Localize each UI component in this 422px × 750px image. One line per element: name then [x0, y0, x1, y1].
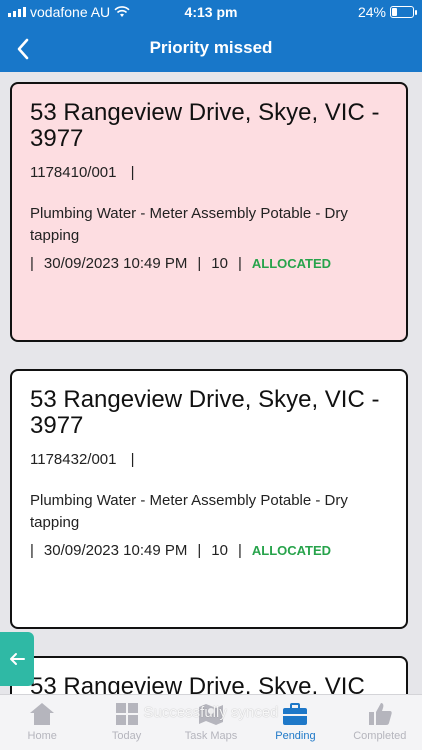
status-badge: ALLOCATED — [251, 543, 332, 558]
app-screen: vodafone AU 4:13 pm 24% Priority missed … — [0, 0, 422, 750]
separator: | — [30, 542, 34, 559]
tab-label: Task Maps — [184, 730, 238, 742]
job-meta: | 30/09/2023 10:49 PM | 10 | ALLOCATED — [30, 255, 388, 272]
bottom-tab-bar: Home Today Task Maps Pending Completed — [0, 694, 422, 750]
job-list[interactable]: 53 Rangeview Drive, Skye, VIC - 3977 117… — [0, 72, 422, 694]
status-badge: ALLOCATED — [251, 256, 332, 271]
tab-label: Home — [27, 730, 57, 742]
job-number: 1178432/001 — [30, 451, 117, 468]
job-card[interactable]: 53 Rangeview Drive, Skye, VIC - 3977 117… — [10, 369, 408, 629]
arrow-left-icon — [10, 653, 25, 665]
separator: | — [237, 255, 242, 272]
separator: | — [197, 255, 202, 272]
separator: | — [130, 451, 135, 468]
job-number: 1178410/001 — [30, 164, 117, 181]
job-datetime: 30/09/2023 10:49 PM — [43, 542, 188, 559]
status-right: 24% — [357, 4, 417, 20]
job-address: 53 Rangeview Drive, Skye, VIC - 3977 — [30, 386, 380, 439]
separator: | — [237, 542, 242, 559]
separator: | — [197, 542, 202, 559]
job-address: 53 Rangeview Drive, Skye, VIC — [30, 673, 365, 695]
battery-percent: 24% — [357, 4, 386, 20]
job-card[interactable]: 53 Rangeview Drive, Skye, VIC - 3977 117… — [10, 82, 408, 342]
job-meta: | 30/09/2023 10:49 PM | 10 | ALLOCATED — [30, 542, 388, 559]
job-description: Plumbing Water - Meter Assembly Potable … — [30, 492, 348, 531]
tab-pending[interactable]: Pending — [253, 695, 337, 750]
job-description: Plumbing Water - Meter Assembly Potable … — [30, 205, 348, 244]
job-card[interactable]: 53 Rangeview Drive, Skye, VIC — [10, 656, 408, 694]
job-count: 10 — [211, 255, 228, 272]
tab-completed[interactable]: Completed — [338, 695, 422, 750]
page-title: Priority missed — [149, 38, 273, 57]
tab-today[interactable]: Today — [84, 695, 168, 750]
thumbs-up-icon — [368, 703, 392, 725]
briefcase-icon — [283, 703, 308, 725]
tab-label: Pending — [275, 730, 316, 742]
tab-home[interactable]: Home — [0, 695, 84, 750]
home-icon — [30, 703, 55, 725]
map-icon — [199, 704, 224, 725]
separator: | — [130, 164, 135, 181]
job-datetime: 30/09/2023 10:49 PM — [43, 255, 188, 272]
tab-task-maps[interactable]: Task Maps — [169, 695, 253, 750]
grid-icon — [115, 703, 138, 725]
job-number-row: 1178432/001 | — [30, 451, 388, 468]
tab-label: Today — [111, 730, 142, 742]
status-bar: vodafone AU 4:13 pm 24% — [0, 0, 422, 26]
side-drawer-toggle[interactable] — [0, 632, 34, 686]
job-number-row: 1178410/001 | — [30, 164, 388, 181]
battery-icon — [390, 6, 417, 18]
job-address: 53 Rangeview Drive, Skye, VIC - 3977 — [30, 99, 380, 152]
tab-label: Completed — [353, 730, 407, 742]
job-count: 10 — [211, 542, 228, 559]
separator: | — [30, 255, 34, 272]
navigation-bar: Priority missed — [0, 26, 422, 72]
